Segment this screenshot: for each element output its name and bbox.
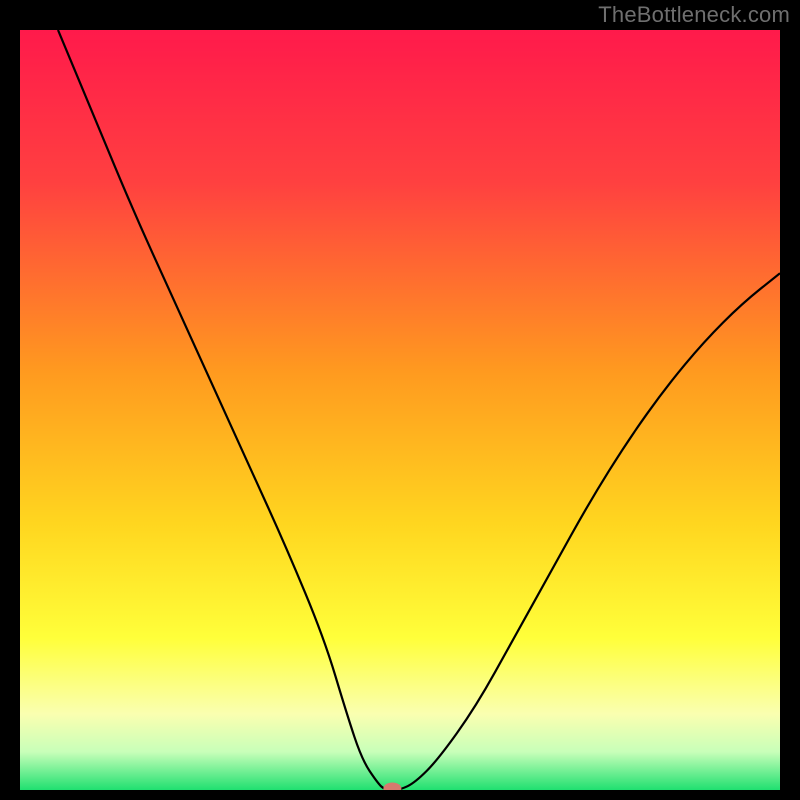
chart-frame: TheBottleneck.com xyxy=(0,0,800,800)
gradient-background xyxy=(20,30,780,790)
watermark-text: TheBottleneck.com xyxy=(598,2,790,28)
chart-svg xyxy=(20,30,780,790)
chart-plot xyxy=(20,30,780,790)
